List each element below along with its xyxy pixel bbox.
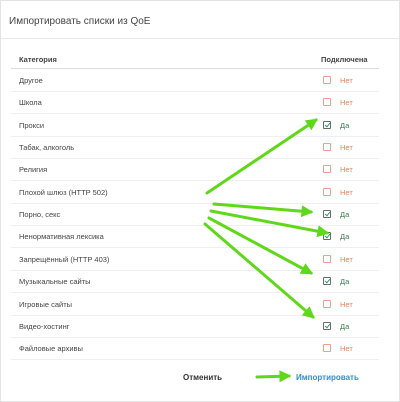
- connected-checkbox[interactable]: [323, 210, 331, 219]
- category-name: Игровые сайты: [19, 299, 73, 309]
- table-row: Другое Нет: [11, 69, 379, 92]
- connected-status: Да: [340, 277, 350, 287]
- connected-checkbox[interactable]: [323, 277, 331, 286]
- table-row: Игровые сайты Нет: [11, 293, 379, 316]
- category-name: Файловые архивы: [19, 344, 83, 354]
- connected-status: Нет: [340, 98, 353, 108]
- table-row: Школа Нет: [11, 91, 379, 115]
- category-name: Прокси: [19, 120, 45, 130]
- category-name: Порно, секс: [19, 210, 61, 220]
- category-name: Видео-хостинг: [19, 321, 70, 331]
- category-name: Школа: [19, 98, 42, 108]
- category-name: Музыкальные сайты: [19, 277, 91, 287]
- category-name: Другое: [19, 76, 43, 85]
- connected-status: Нет: [340, 299, 353, 309]
- connected-status: Нет: [340, 76, 353, 85]
- connected-checkbox[interactable]: [323, 187, 331, 196]
- connected-status: Нет: [340, 165, 353, 175]
- category-name: Табак, алкоголь: [19, 143, 75, 153]
- connected-checkbox[interactable]: [323, 120, 331, 129]
- connected-status: Да: [340, 210, 350, 220]
- table-row: Файловые архивы Нет: [11, 337, 379, 361]
- connected-checkbox[interactable]: [323, 232, 331, 241]
- category-name: Религия: [19, 165, 48, 175]
- title-divider: [1, 38, 399, 39]
- connected-status: Да: [340, 321, 350, 331]
- table-row: Плохой шлюз (HTTP 502) Нет: [11, 181, 379, 204]
- connected-checkbox[interactable]: [323, 76, 331, 84]
- category-name: Плохой шлюз (HTTP 502): [19, 187, 108, 197]
- table-row: Запрещённый (HTTP 403) Нет: [11, 248, 379, 271]
- column-header-category: Категория: [19, 55, 57, 64]
- import-dialog: Импортировать списки из QoE Категория По…: [0, 0, 400, 402]
- column-header-connected: Подключена: [321, 55, 368, 64]
- category-name: Запрещённый (HTTP 403): [19, 254, 110, 264]
- dialog-title: Импортировать списки из QoE: [9, 16, 151, 27]
- cancel-button[interactable]: Отменить: [183, 373, 222, 382]
- table-row: Порно, секс Да: [11, 203, 379, 227]
- table-row: Табак, алкоголь Нет: [11, 136, 379, 160]
- connected-status: Да: [340, 232, 350, 242]
- connected-status: Нет: [340, 187, 353, 197]
- table-row: Ненормативная лексика Да: [11, 225, 379, 249]
- connected-checkbox[interactable]: [323, 344, 331, 353]
- connected-status: Да: [340, 120, 350, 130]
- table-row: Музыкальные сайты Да: [11, 270, 379, 294]
- connected-checkbox[interactable]: [323, 254, 331, 263]
- table-row: Прокси Да: [11, 114, 379, 137]
- connected-status: Нет: [340, 143, 353, 153]
- table-row: Религия Нет: [11, 158, 379, 182]
- connected-checkbox[interactable]: [323, 321, 331, 330]
- connected-checkbox[interactable]: [323, 299, 331, 308]
- import-button[interactable]: Импортировать: [296, 373, 359, 382]
- connected-status: Нет: [340, 254, 353, 264]
- connected-status: Нет: [340, 344, 353, 354]
- category-name: Ненормативная лексика: [19, 232, 104, 242]
- table-row: Видео-хостинг Да: [11, 315, 379, 338]
- connected-checkbox[interactable]: [323, 98, 331, 107]
- connected-checkbox[interactable]: [323, 165, 331, 174]
- connected-checkbox[interactable]: [323, 143, 331, 152]
